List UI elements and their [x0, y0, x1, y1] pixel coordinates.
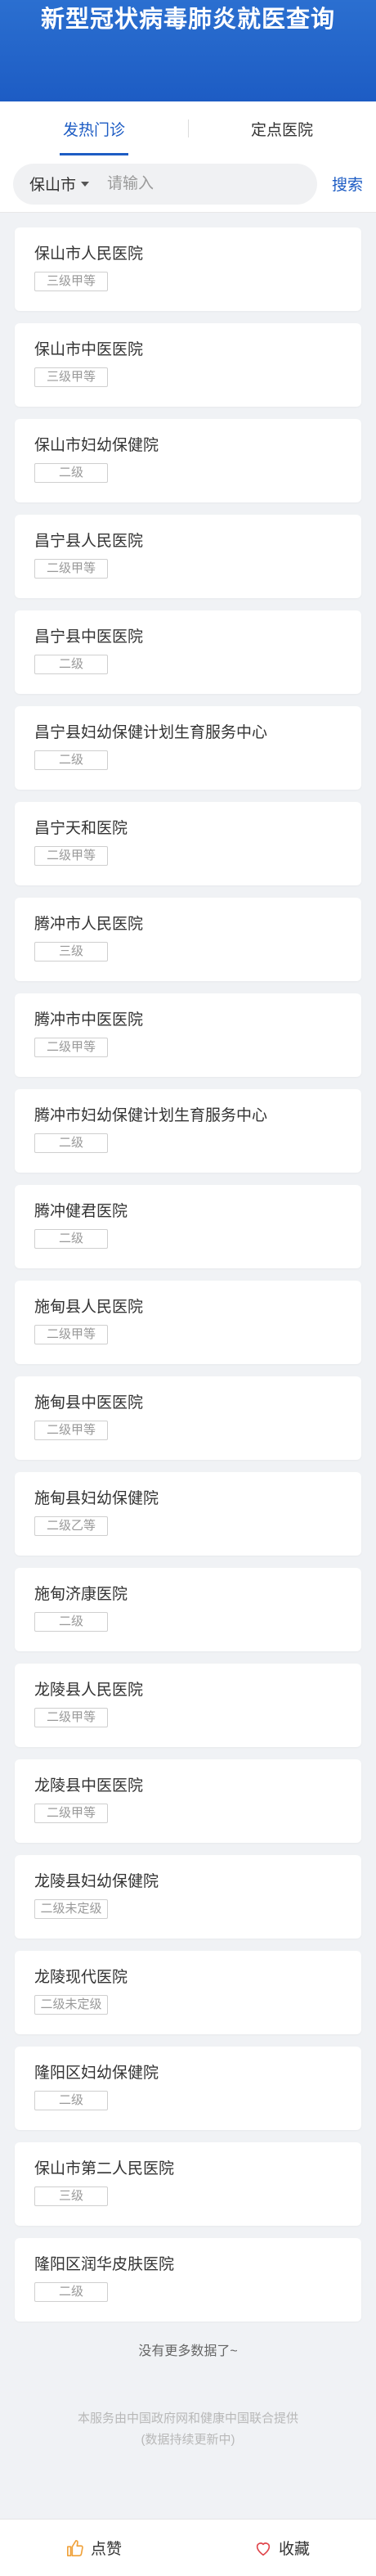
no-more-data-text: 没有更多数据了~ [138, 2344, 238, 2358]
hospital-level-badge: 二级 [34, 655, 108, 674]
favorite-label: 收藏 [278, 2541, 310, 2558]
hospital-name: 昌宁天和医院 [34, 820, 128, 837]
hospital-name: 昌宁县中医医院 [34, 628, 144, 646]
hospital-level-badge: 三级 [34, 942, 108, 961]
hospital-name: 腾冲市中医医院 [34, 1011, 144, 1029]
hospital-name: 隆阳区妇幼保健院 [34, 2065, 159, 2082]
hospital-card[interactable]: 施甸济康医院 二级 [15, 1568, 361, 1651]
hospital-level-badge: 二级甲等 [34, 559, 108, 579]
page-title: 新型冠状病毒肺炎就医查询 [40, 7, 335, 33]
caret-down-icon [81, 181, 90, 187]
hospital-card[interactable]: 龙陵县妇幼保健院 二级未定级 [15, 1855, 361, 1939]
hospital-level-badge: 二级甲等 [34, 1325, 108, 1344]
hospital-name: 施甸济康医院 [34, 1586, 128, 1603]
hospital-name: 施甸县中医医院 [34, 1394, 144, 1412]
hospital-card[interactable]: 保山市妇幼保健院 二级 [15, 419, 361, 502]
hospital-level-badge: 二级 [34, 1612, 108, 1632]
hospital-level-badge: 二级甲等 [34, 1421, 108, 1440]
tab-fever-clinic-label: 发热门诊 [62, 121, 125, 139]
hospital-card[interactable]: 施甸县妇幼保健院 二级乙等 [15, 1472, 361, 1556]
hospital-name: 腾冲市人民医院 [34, 916, 144, 933]
city-selector[interactable]: 保山市 [29, 173, 90, 195]
hospital-card[interactable]: 昌宁县人民医院 二级甲等 [15, 515, 361, 598]
hospital-name: 龙陵县人民医院 [34, 1682, 144, 1699]
hospital-name: 施甸县妇幼保健院 [34, 1490, 159, 1507]
hospital-card[interactable]: 隆阳区润华皮肤医院 二级 [15, 2238, 361, 2322]
hospital-card[interactable]: 腾冲市中医医院 二级甲等 [15, 993, 361, 1077]
hospital-name: 昌宁县人民医院 [34, 533, 144, 550]
tab-designated-hospital-label: 定点医院 [250, 121, 313, 139]
hospital-name: 腾冲市妇幼保健计划生育服务中心 [34, 1107, 268, 1124]
hospital-name: 昌宁县妇幼保健计划生育服务中心 [34, 724, 268, 741]
thumbs-up-icon [66, 2539, 83, 2556]
hospital-card[interactable]: 隆阳区妇幼保健院 二级 [15, 2047, 361, 2130]
hospital-name: 隆阳区润华皮肤医院 [34, 2256, 175, 2273]
hospital-card[interactable]: 保山市人民医院 三级甲等 [15, 227, 361, 311]
hospital-level-badge: 二级未定级 [34, 1899, 108, 1919]
hospital-card[interactable]: 施甸县中医医院 二级甲等 [15, 1376, 361, 1460]
hospital-name: 龙陵现代医院 [34, 1969, 128, 1986]
search-bar: 保山市 搜索 [0, 155, 376, 213]
tab-designated-hospital[interactable]: 定点医院 [188, 101, 376, 155]
hospital-name: 保山市妇幼保健院 [34, 437, 159, 454]
hospital-card[interactable]: 保山市中医医院 三级甲等 [15, 323, 361, 407]
hospital-card[interactable]: 保山市第二人民医院 三级 [15, 2142, 361, 2226]
hospital-card[interactable]: 施甸县人民医院 二级甲等 [15, 1281, 361, 1364]
data-source-note: 本服务由中国政府网和健康中国联合提供 (数据持续更新中) [0, 2408, 376, 2451]
like-label: 点赞 [90, 2541, 122, 2558]
hospital-name: 保山市人民医院 [34, 245, 144, 263]
hospital-level-badge: 二级甲等 [34, 1038, 108, 1057]
hospital-name: 施甸县人民医院 [34, 1299, 144, 1316]
hospital-card[interactable]: 腾冲市妇幼保健计划生育服务中心 二级 [15, 1089, 361, 1173]
hospital-level-badge: 二级 [34, 2091, 108, 2110]
bottom-bar: 点赞 收藏 [0, 2519, 376, 2576]
hospital-name: 龙陵县妇幼保健院 [34, 1873, 159, 1890]
data-source-line1: 本服务由中国政府网和健康中国联合提供 [77, 2412, 298, 2425]
search-button[interactable]: 搜索 [332, 173, 363, 195]
hospital-card[interactable]: 昌宁天和医院 二级甲等 [15, 802, 361, 885]
hospital-name: 保山市第二人民医院 [34, 2160, 175, 2177]
hospital-card[interactable]: 腾冲健君医院 二级 [15, 1185, 361, 1268]
hospital-card[interactable]: 昌宁县中医医院 二级 [15, 610, 361, 694]
hospital-level-badge: 二级 [34, 1133, 108, 1153]
hospital-level-badge: 二级 [34, 1229, 108, 1249]
hospital-card[interactable]: 龙陵县人民医院 二级甲等 [15, 1664, 361, 1747]
hospital-name: 龙陵县中医医院 [34, 1777, 144, 1795]
city-label: 保山市 [29, 177, 77, 194]
hospital-name: 保山市中医医院 [34, 341, 144, 358]
hospital-list: 保山市人民医院 三级甲等 保山市中医医院 三级甲等 保山市妇幼保健院 二级 昌宁县人民医院二… [0, 213, 376, 2322]
hospital-level-badge: 三级甲等 [34, 272, 108, 291]
hospital-level-badge: 二级甲等 [34, 1708, 108, 1727]
tab-fever-clinic[interactable]: 发热门诊 [0, 101, 188, 155]
heart-icon [256, 2542, 271, 2556]
hospital-level-badge: 三级甲等 [34, 367, 108, 387]
hospital-level-badge: 二级 [34, 463, 108, 483]
data-source-line2: (数据持续更新中) [141, 2433, 235, 2447]
search-box: 保山市 [13, 163, 317, 205]
hospital-level-badge: 二级乙等 [34, 1516, 108, 1536]
like-button[interactable]: 点赞 [0, 2520, 188, 2576]
header: 新型冠状病毒肺炎就医查询 [0, 0, 376, 101]
hospital-name: 腾冲健君医院 [34, 1203, 128, 1220]
hospital-level-badge: 三级 [34, 2186, 108, 2206]
hospital-level-badge: 二级未定级 [34, 1995, 108, 2015]
hospital-level-badge: 二级甲等 [34, 1804, 108, 1823]
hospital-card[interactable]: 腾冲市人民医院 三级 [15, 898, 361, 981]
hospital-level-badge: 二级甲等 [34, 846, 108, 866]
hospital-card[interactable]: 龙陵县中医医院 二级甲等 [15, 1759, 361, 1843]
search-input[interactable] [107, 174, 317, 193]
hospital-level-badge: 二级 [34, 2282, 108, 2302]
hospital-card[interactable]: 昌宁县妇幼保健计划生育服务中心 二级 [15, 706, 361, 790]
tab-bar: 发热门诊 定点医院 [0, 101, 376, 155]
hospital-card[interactable]: 龙陵现代医院 二级未定级 [15, 1951, 361, 2034]
favorite-button[interactable]: 收藏 [188, 2520, 376, 2576]
hospital-level-badge: 二级 [34, 750, 108, 770]
